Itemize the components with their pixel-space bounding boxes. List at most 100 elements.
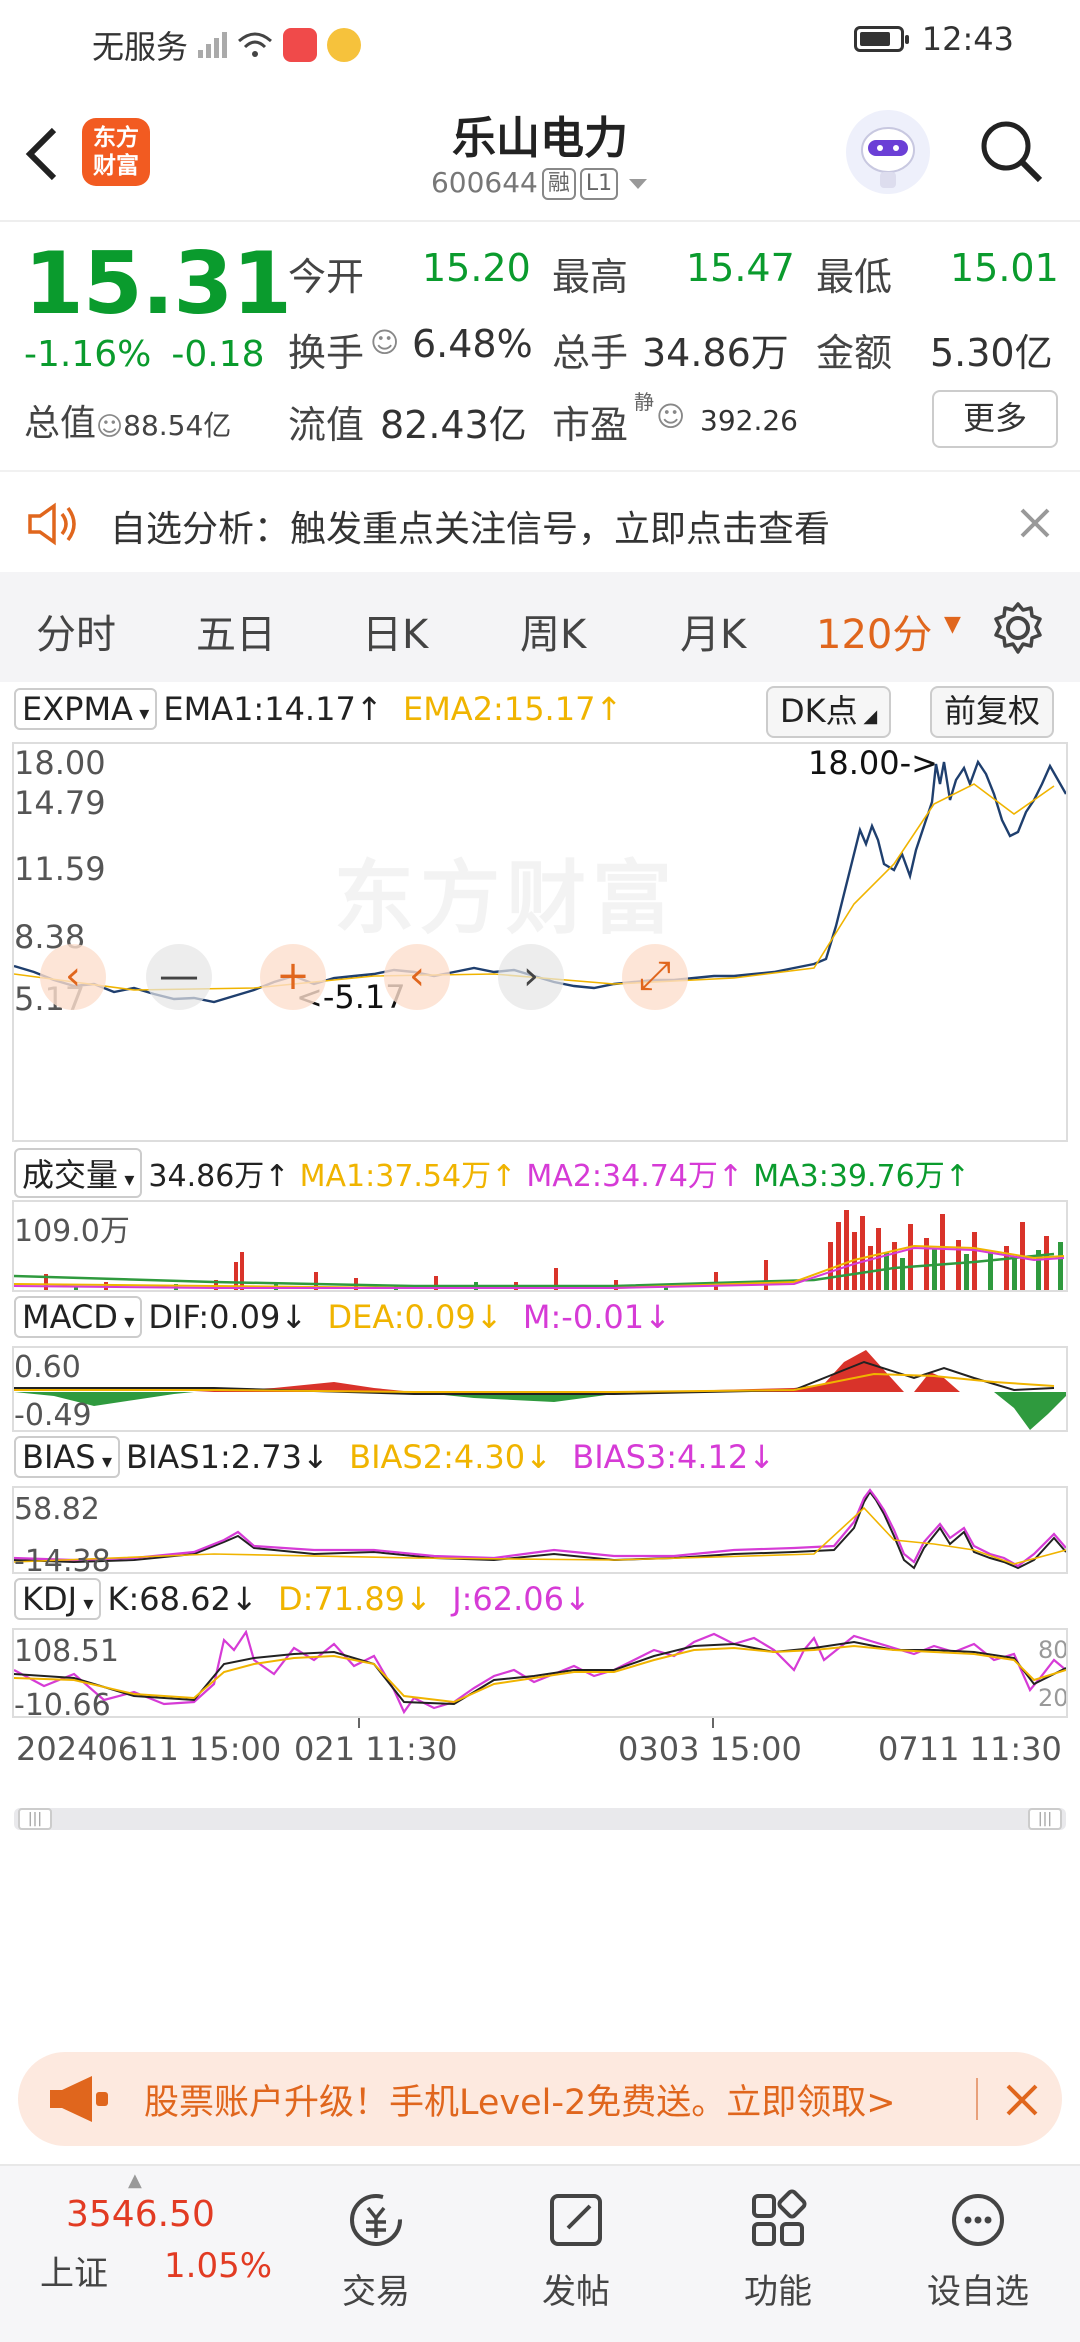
pe-static-mark: 静 [634,390,654,414]
promo-banner[interactable]: 股票账户升级！手机Level-2免费送。立即领取> [18,2052,1062,2146]
kdj-indicator-header: KDJ ▾ K:68.62↓ D:71.89↓ J:62.06↓ [14,1578,591,1620]
nav-trade[interactable]: 交易 [306,2188,446,2313]
stock-header: 东方财富 乐山电力 600644 融 L1 [0,88,1080,222]
dk-point-button[interactable]: DK点 ◢ [766,686,892,738]
volume-indicator-select[interactable]: 成交量 ▾ [14,1148,143,1198]
open-label: 今开 [288,255,365,299]
y-axis-label: 14.79 [14,784,106,822]
kdj-level-low: 20 [1038,1684,1068,1712]
stock-code: 600644 [430,166,538,199]
gear-icon[interactable] [990,600,1046,656]
more-button[interactable]: 更多 [932,390,1058,448]
info-icon[interactable]: ☺ [370,326,399,359]
carrier-text: 无服务 [92,28,189,66]
close-icon[interactable] [1018,506,1052,540]
nav-post-label: 发帖 [542,2272,610,2312]
kdj-indicator-select[interactable]: KDJ ▾ [14,1578,102,1620]
tab-daily-k[interactable]: 日K [362,602,428,660]
dk-point-label: DK点 [780,692,858,730]
ema2-value: EMA2:15.17↑ [402,690,623,728]
kdj-level-high: 80 [1038,1636,1068,1664]
zoom-in-icon[interactable]: + [260,944,326,1010]
volume-ma3: MA3:39.76万↑ [753,1159,970,1194]
assistant-robot-icon[interactable] [846,110,930,194]
macd-indicator-select[interactable]: MACD ▾ [14,1296,143,1338]
nav-post[interactable]: 发帖 [506,2188,646,2313]
expand-up-icon[interactable]: ▲ [128,2170,142,2191]
index-change[interactable]: 1.05% [164,2246,272,2286]
bias-indicator-select[interactable]: BIAS ▾ [14,1436,120,1478]
volume-bars [14,1210,1065,1290]
tab-monthly-k[interactable]: 月K [680,602,746,660]
volume-ma1: MA1:37.54万↑ [299,1159,517,1194]
market-cap-value: 88.54亿 [123,409,232,442]
battery-icon [853,26,909,52]
tab-dropdown-icon[interactable]: ▼ [944,612,961,637]
kdj-chart-panel[interactable]: 108.51 -10.66 80 20 [12,1628,1068,1718]
scroll-left-icon[interactable]: ‹ [40,944,106,1010]
search-icon[interactable] [976,116,1048,188]
index-value[interactable]: 3546.50 [66,2194,215,2235]
pan-left-icon[interactable]: ‹ [384,944,450,1010]
nav-features-label: 功能 [744,2272,812,2312]
y-axis-label: 11.59 [14,850,106,888]
macd-chart-panel[interactable]: 0.60 -0.49 [12,1346,1068,1432]
macd-indicator-name: MACD [22,1298,118,1336]
x-axis-label: 0303 15:00 [618,1730,802,1768]
x-axis-label: 021 11:30 [294,1730,458,1768]
volume-value: 34.86万 [642,331,789,375]
nav-features[interactable]: 功能 [708,2188,848,2313]
bias-chart-panel[interactable]: 58.82 -14.38 [12,1486,1068,1574]
price-line-chart [14,759,1066,1004]
trade-icon [350,2194,402,2246]
promo-text: 股票账户升级！手机Level-2免费送。立即领取> [144,2083,896,2123]
volume-y-top: 109.0万 [14,1214,130,1249]
quote-panel: 15.31 -1.16% -0.18 总值☺88.54亿 今开 15.20 最高 … [0,222,1080,458]
tab-weekly-k[interactable]: 周K [520,602,586,660]
zoom-out-icon[interactable]: — [146,944,212,1010]
info-icon[interactable]: ☺ [96,412,123,442]
volume-chart-panel[interactable]: 109.0万 [12,1200,1068,1292]
market-cap-label: 总值 [24,403,97,444]
volume-indicator-name: 成交量 [22,1156,119,1194]
macd-dea: DEA:0.09↓ [327,1298,503,1336]
tab-120min[interactable]: 120分 [816,602,932,660]
analysis-notice-bar[interactable]: 自选分析：触发重点关注信号，立即点击查看 [0,470,1080,574]
finance-app-icon [283,28,318,62]
fullscreen-icon[interactable]: ⤢ [622,944,688,1010]
x-axis-label: 20240611 15:00 [16,1730,282,1768]
tab-intraday[interactable]: 分时 [36,602,116,660]
price-chart-panel[interactable]: 东方财富 18.00 14.79 11.59 8.38 5.17 18.00->… [12,742,1068,1142]
turnover-value: 6.48% [412,322,533,366]
period-tabs: 分时 五日 日K 周K 月K 120分 ▼ [0,572,1080,682]
kdj-y-bottom: -10.66 [14,1688,111,1718]
kdj-d: D:71.89↓ [278,1580,432,1618]
max-price-marker: 18.00-> [808,744,938,782]
y-axis-label: 18.00 [14,744,106,782]
change-percent: -1.16% [24,334,152,375]
volume-indicator-header: 成交量 ▾ 34.86万↑ MA1:37.54万↑ MA2:34.74万↑ MA3… [14,1148,970,1198]
level-badge: L1 [579,168,619,200]
main-indicator-header: EXPMA ▾ EMA1:14.17↑ EMA2:15.17↑ [14,688,622,730]
float-label: 流值 [288,403,365,447]
info-icon[interactable]: ☺ [656,400,685,433]
market-cap-row: 总值☺88.54亿 [24,394,231,446]
bias2-value: BIAS2:4.30↓ [349,1438,552,1476]
bias3-value: BIAS3:4.12↓ [572,1438,776,1476]
range-handle-left[interactable]: ||| [18,1808,52,1830]
close-icon[interactable] [1004,2082,1040,2118]
index-name[interactable]: 上证 [40,2246,108,2295]
change-amount: -0.18 [171,334,265,375]
dropdown-icon[interactable] [627,176,649,192]
pan-right-icon[interactable]: › [498,944,564,1010]
pe-value: 392.26 [700,404,798,437]
tab-five-day[interactable]: 五日 [196,602,276,660]
notice-text: 自选分析：触发重点关注信号，立即点击查看 [110,509,831,550]
range-handle-right[interactable]: ||| [1028,1808,1062,1830]
main-indicator-select[interactable]: EXPMA ▾ [14,688,158,730]
kdj-indicator-name: KDJ [22,1580,78,1618]
nav-add-watchlist[interactable]: 设自选 [908,2188,1048,2313]
adjust-button[interactable]: 前复权 [930,686,1055,738]
macd-dif: DIF:0.09↓ [148,1298,308,1336]
range-scrollbar[interactable]: ||| ||| [14,1808,1066,1830]
